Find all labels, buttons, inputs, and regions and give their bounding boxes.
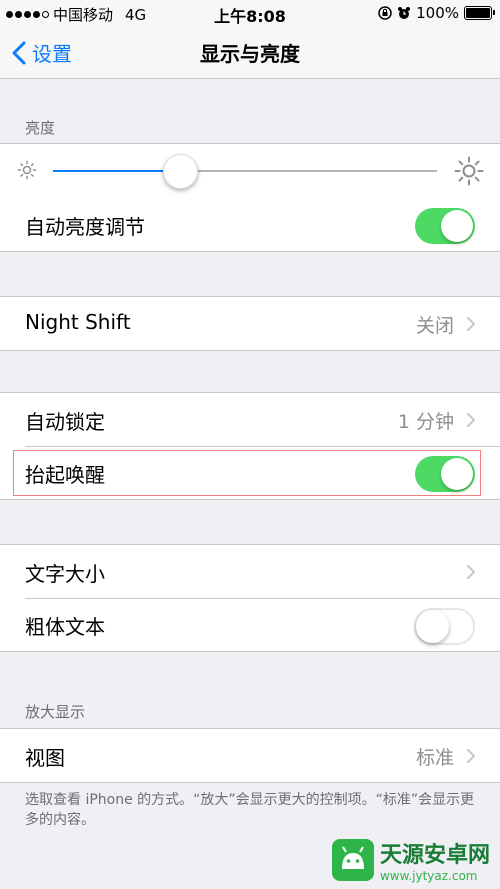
auto-brightness-row: 自动亮度调节 — [0, 198, 500, 251]
chevron-right-icon — [467, 749, 475, 763]
highlight-box — [13, 450, 481, 496]
view-row[interactable]: 视图 标准 — [0, 729, 500, 782]
status-bar: 中国移动 4G 上午8:08 100% — [0, 0, 500, 26]
auto-brightness-toggle[interactable] — [415, 208, 475, 244]
text-size-label: 文字大小 — [25, 562, 105, 586]
bold-text-label: 粗体文本 — [25, 615, 105, 639]
alarm-icon — [398, 7, 411, 19]
brightness-slider-row — [0, 144, 500, 198]
night-shift-row[interactable]: Night Shift 关闭 — [0, 297, 500, 350]
brightness-slider[interactable] — [53, 170, 437, 172]
page-title: 显示与亮度 — [200, 42, 300, 66]
bold-text-toggle[interactable] — [414, 608, 475, 645]
text-size-row[interactable]: 文字大小 — [0, 545, 500, 598]
chevron-right-icon — [467, 413, 475, 427]
chevron-right-icon — [467, 565, 475, 579]
sun-large-icon — [454, 156, 484, 186]
auto-lock-value: 1 分钟 — [397, 411, 454, 433]
sun-small-icon — [17, 160, 37, 180]
text-group: 文字大小 粗体文本 — [0, 544, 500, 652]
battery-percent: 100% — [416, 4, 459, 22]
watermark-url: www.jytyaz.com — [379, 869, 478, 883]
section-header-zoom: 放大显示 — [25, 703, 86, 721]
auto-lock-row[interactable]: 自动锁定 1 分钟 — [0, 393, 500, 446]
chevron-right-icon — [467, 317, 475, 331]
watermark-logo-icon — [331, 839, 374, 881]
brightness-slider-thumb[interactable] — [163, 154, 199, 189]
battery-icon — [464, 6, 495, 20]
status-right: 100% — [378, 4, 495, 22]
rotation-lock-icon — [378, 6, 392, 20]
auto-brightness-label: 自动亮度调节 — [25, 215, 145, 239]
brightness-slider-fill — [53, 170, 180, 172]
zoom-footnote: 选取查看 iPhone 的方式。“放大”会显示更大的控制项。“标准”会显示更多的… — [25, 792, 475, 828]
watermark-text: 天源安卓网 www.jytyaz.com — [380, 837, 490, 883]
section-header-brightness: 亮度 — [25, 119, 56, 137]
watermark-name: 天源安卓网 — [379, 843, 490, 868]
watermark: 天源安卓网 www.jytyaz.com — [331, 837, 490, 883]
bold-text-row: 粗体文本 — [0, 598, 500, 651]
night-shift-value: 关闭 — [415, 315, 454, 337]
view-label: 视图 — [25, 746, 65, 770]
night-shift-group: Night Shift 关闭 — [0, 296, 500, 351]
brightness-group: 自动亮度调节 — [0, 143, 500, 252]
auto-lock-label: 自动锁定 — [25, 410, 105, 434]
zoom-group: 视图 标准 — [0, 728, 500, 783]
view-value: 标准 — [415, 747, 454, 769]
navigation-bar: 设置 显示与亮度 — [0, 26, 500, 79]
night-shift-label: Night Shift — [25, 310, 131, 334]
